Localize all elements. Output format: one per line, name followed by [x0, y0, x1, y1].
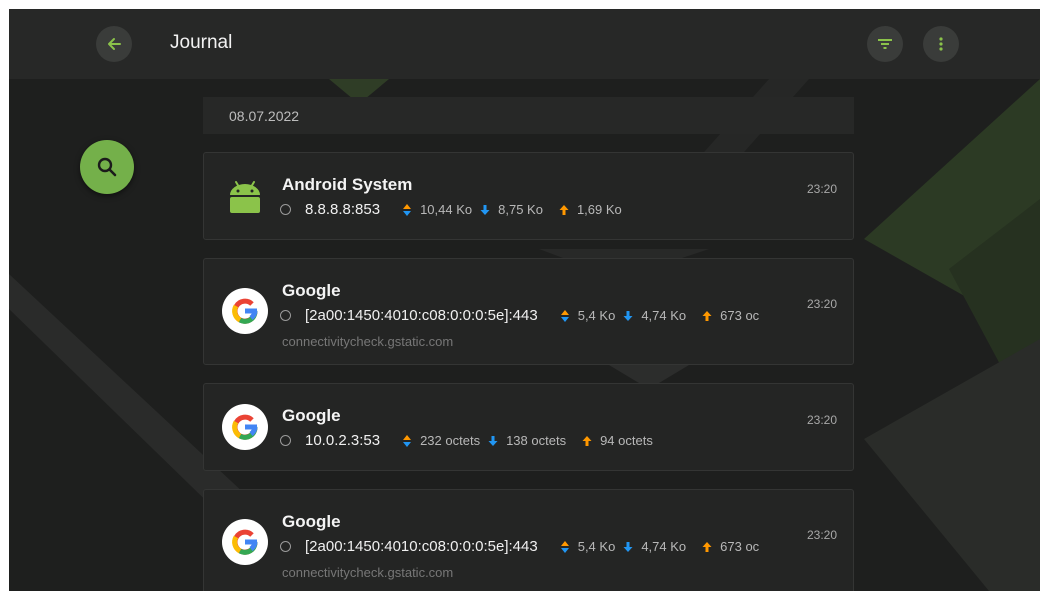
up-down-arrows-icon: [560, 540, 570, 554]
journal-entry[interactable]: Google 23:20 [2a00:1450:4010:c08:0:0:0:5…: [203, 258, 854, 365]
up-down-arrows-icon: [402, 434, 412, 448]
download-arrow-icon: [488, 435, 498, 447]
top-app-bar: Journal: [9, 9, 1040, 79]
upload-arrow-icon: [702, 310, 712, 322]
entry-time: 23:20: [806, 297, 837, 311]
app-name: Android System: [282, 175, 413, 194]
download-arrow-icon: [480, 204, 490, 216]
app-name: Google: [282, 281, 341, 300]
download-arrow-icon: [623, 310, 633, 322]
total-traffic: 5,4 Ko: [577, 539, 616, 554]
google-icon: [222, 288, 268, 334]
entry-time: 23:20: [806, 528, 837, 542]
journal-entry[interactable]: Google 23:20 10.0.2.3:53 232 octets 138 …: [203, 383, 854, 471]
google-icon: [222, 519, 268, 565]
entry-time: 23:20: [806, 182, 837, 196]
download-arrow-icon: [623, 541, 633, 553]
up-down-arrows-icon: [402, 203, 412, 217]
google-icon: [222, 404, 268, 450]
received-traffic: 8,75 Ko: [498, 202, 543, 217]
connection-address: [2a00:1450:4010:c08:0:0:0:5e]:443: [305, 538, 538, 555]
connection-row: 8.8.8.8:853 10,44 Ko 8,75 Ko 1,69 Ko: [280, 201, 630, 218]
date-section-header: 08.07.2022: [203, 97, 854, 134]
app-name: Google: [282, 406, 341, 425]
connection-row: [2a00:1450:4010:c08:0:0:0:5e]:443 5,4 Ko…: [280, 538, 767, 555]
date-label: 08.07.2022: [229, 107, 300, 124]
total-traffic: 5,4 Ko: [577, 308, 616, 323]
hostname: connectivitycheck.gstatic.com: [282, 334, 454, 349]
sent-traffic: 1,69 Ko: [576, 202, 622, 217]
filter-icon: [877, 37, 893, 51]
hostname: connectivitycheck.gstatic.com: [282, 565, 454, 580]
more-options-button[interactable]: [923, 26, 959, 62]
app-screen: Journal 08.07.2022 Android System 23:20 …: [9, 9, 1040, 591]
upload-arrow-icon: [702, 541, 712, 553]
journal-entry[interactable]: Google 23:20 [2a00:1450:4010:c08:0:0:0:5…: [203, 489, 854, 591]
back-button[interactable]: [96, 26, 132, 62]
upload-arrow-icon: [582, 435, 592, 447]
app-name: Google: [282, 512, 341, 531]
connection-address: 10.0.2.3:53: [305, 432, 381, 449]
sent-traffic: 94 octets: [600, 433, 653, 448]
android-icon: [222, 173, 268, 219]
more-vert-icon: [938, 36, 944, 52]
connection-address: [2a00:1450:4010:c08:0:0:0:5e]:443: [305, 307, 538, 324]
total-traffic: 10,44 Ko: [420, 202, 473, 217]
connection-row: [2a00:1450:4010:c08:0:0:0:5e]:443 5,4 Ko…: [280, 307, 767, 324]
total-traffic: 232 octets: [420, 433, 481, 448]
status-circle-icon: [280, 204, 291, 215]
sent-traffic: 673 oc: [720, 308, 760, 323]
filter-button[interactable]: [867, 26, 903, 62]
received-traffic: 4,74 Ko: [641, 308, 687, 323]
connection-row: 10.0.2.3:53 232 octets 138 octets 94 oct…: [280, 432, 661, 449]
arrow-left-icon: [105, 35, 123, 53]
up-down-arrows-icon: [560, 309, 570, 323]
journal-entry[interactable]: Android System 23:20 8.8.8.8:853 10,44 K…: [203, 152, 854, 240]
entry-time: 23:20: [806, 413, 837, 427]
search-icon: [96, 156, 118, 178]
connection-address: 8.8.8.8:853: [305, 201, 381, 218]
upload-arrow-icon: [559, 204, 569, 216]
page-title: Journal: [170, 32, 233, 53]
status-circle-icon: [280, 541, 291, 552]
status-circle-icon: [280, 310, 291, 321]
sent-traffic: 673 oc: [720, 539, 760, 554]
search-button[interactable]: [80, 140, 134, 194]
status-circle-icon: [280, 435, 291, 446]
received-traffic: 4,74 Ko: [641, 539, 687, 554]
received-traffic: 138 octets: [506, 433, 567, 448]
